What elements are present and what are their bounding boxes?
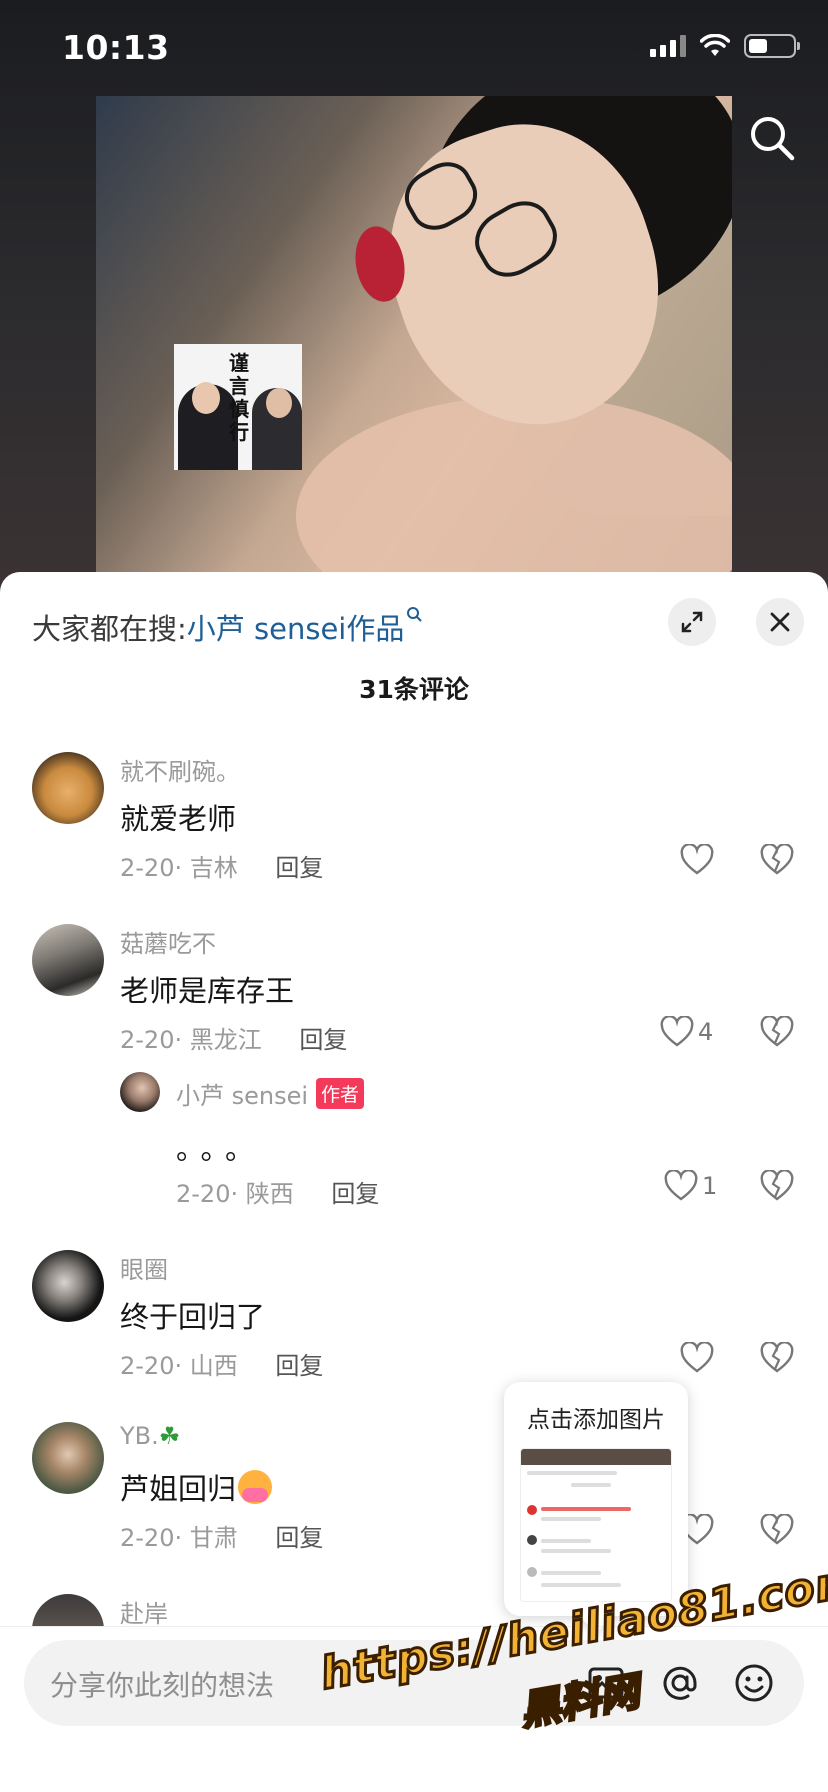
like-count: 4 xyxy=(698,1018,714,1046)
hot-search-bar[interactable]: 大家都在搜:小芦 sensei作品 xyxy=(32,606,423,648)
comment-username[interactable]: YB.☘ xyxy=(120,1422,180,1450)
comment-date: 2-20 xyxy=(120,1524,175,1552)
battery-icon xyxy=(744,34,800,58)
broken-heart-icon xyxy=(760,1341,794,1373)
sticker-text: 谨言慎行 xyxy=(229,351,249,444)
hug-emoji-icon xyxy=(238,1470,273,1504)
heart-icon xyxy=(660,1016,694,1047)
hot-search-keyword[interactable]: 小芦 sensei作品 xyxy=(187,612,405,646)
comment-text[interactable]: 芦姐回归 xyxy=(120,1466,273,1508)
status-bar: 10:13 xyxy=(0,0,828,96)
emoji-icon[interactable] xyxy=(732,1661,776,1705)
comment-text[interactable]: 终于回归了 xyxy=(120,1294,265,1336)
reply-button[interactable]: 回复 xyxy=(331,1180,379,1208)
like-count: 1 xyxy=(702,1172,718,1200)
comment-username[interactable]: 赴岸 xyxy=(120,1594,168,1626)
reply-button[interactable]: 回复 xyxy=(275,1524,323,1552)
heart-icon xyxy=(680,1342,714,1373)
heart-icon xyxy=(680,844,714,875)
reply-button[interactable]: 回复 xyxy=(275,854,323,882)
clover-icon: ☘ xyxy=(158,1422,181,1450)
reply-button[interactable]: 回复 xyxy=(275,1352,323,1380)
dislike-button[interactable] xyxy=(760,1015,794,1052)
comment-item: 赴岸 xyxy=(0,1590,828,1626)
comment-input-placeholder[interactable]: 分享你此刻的想法 xyxy=(50,1664,274,1704)
comment-date: 2-20 xyxy=(120,1352,175,1380)
avatar[interactable] xyxy=(32,924,104,996)
wifi-icon xyxy=(700,34,730,56)
broken-heart-icon xyxy=(760,843,794,875)
status-time: 10:13 xyxy=(62,28,170,67)
broken-heart-icon xyxy=(760,1015,794,1047)
comment-date: 2-20 xyxy=(120,854,175,882)
comment-meta: 2-20· 山西 回复 xyxy=(120,1352,324,1380)
status-icons xyxy=(650,34,800,58)
divider xyxy=(0,1626,828,1627)
reply-meta: 2-20· 陕西 回复 xyxy=(176,1180,380,1208)
comment-username[interactable]: 菇蘑吃不 xyxy=(120,924,216,959)
at-icon[interactable] xyxy=(658,1661,702,1705)
comment-meta: 2-20· 甘肃 回复 xyxy=(120,1524,324,1552)
like-button[interactable] xyxy=(680,844,714,876)
comment-username[interactable]: 眼圈 xyxy=(120,1250,168,1285)
like-button[interactable] xyxy=(680,1342,714,1374)
comment-username[interactable]: 就不刷碗。 xyxy=(120,752,240,787)
comment-text[interactable]: 老师是库存王 xyxy=(120,968,294,1010)
reply-avatar[interactable] xyxy=(120,1072,160,1112)
popup-title: 点击添加图片 xyxy=(527,1407,665,1433)
image-icon[interactable] xyxy=(584,1661,628,1705)
avatar[interactable] xyxy=(32,1422,104,1494)
comment-location: 山西 xyxy=(189,1352,238,1380)
like-button[interactable]: 4 xyxy=(660,1016,713,1048)
avatar[interactable] xyxy=(32,1250,104,1322)
search-icon[interactable] xyxy=(748,114,796,162)
dislike-button[interactable] xyxy=(760,1341,794,1378)
comment-input[interactable]: 分享你此刻的想法 xyxy=(24,1640,804,1726)
close-button[interactable] xyxy=(756,598,804,646)
comment-count: 31条评论 xyxy=(359,675,469,704)
comment-meta: 2-20· 吉林 回复 xyxy=(120,854,324,882)
reply-text[interactable]: 。。。 xyxy=(176,1126,264,1168)
dislike-button[interactable] xyxy=(760,843,794,880)
avatar[interactable] xyxy=(32,752,104,824)
small-search-icon xyxy=(407,607,423,622)
screenshot-thumbnail[interactable] xyxy=(520,1448,672,1602)
expand-button[interactable] xyxy=(668,598,716,646)
reply-button[interactable]: 回复 xyxy=(299,1026,347,1054)
author-badge: 作者 xyxy=(316,1078,365,1109)
reply-username[interactable]: 小芦 sensei 作者 xyxy=(176,1076,365,1111)
comment-meta: 2-20· 黑龙江 回复 xyxy=(120,1026,348,1054)
broken-heart-icon xyxy=(760,1513,794,1545)
comment-text[interactable]: 就爱老师 xyxy=(120,796,236,838)
heart-icon xyxy=(664,1170,698,1201)
broken-heart-icon xyxy=(760,1169,794,1201)
meme-sticker: 谨言慎行 xyxy=(174,344,302,470)
like-button[interactable]: 1 xyxy=(664,1170,717,1202)
comment-date: 2-20 xyxy=(120,1026,175,1054)
avatar[interactable] xyxy=(32,1594,104,1626)
comment-location: 黑龙江 xyxy=(189,1026,262,1054)
dislike-button[interactable] xyxy=(760,1513,794,1550)
dislike-button[interactable] xyxy=(760,1169,794,1206)
comment-location: 吉林 xyxy=(189,854,238,882)
add-image-popup[interactable]: 点击添加图片 xyxy=(504,1382,688,1616)
close-icon xyxy=(770,612,790,632)
reply-date: 2-20 xyxy=(176,1180,231,1208)
reply-location: 陕西 xyxy=(245,1180,294,1208)
hot-search-prefix: 大家都在搜: xyxy=(32,612,187,646)
expand-icon xyxy=(681,611,703,633)
comment-location: 甘肃 xyxy=(189,1524,238,1552)
signal-icon xyxy=(650,35,686,57)
